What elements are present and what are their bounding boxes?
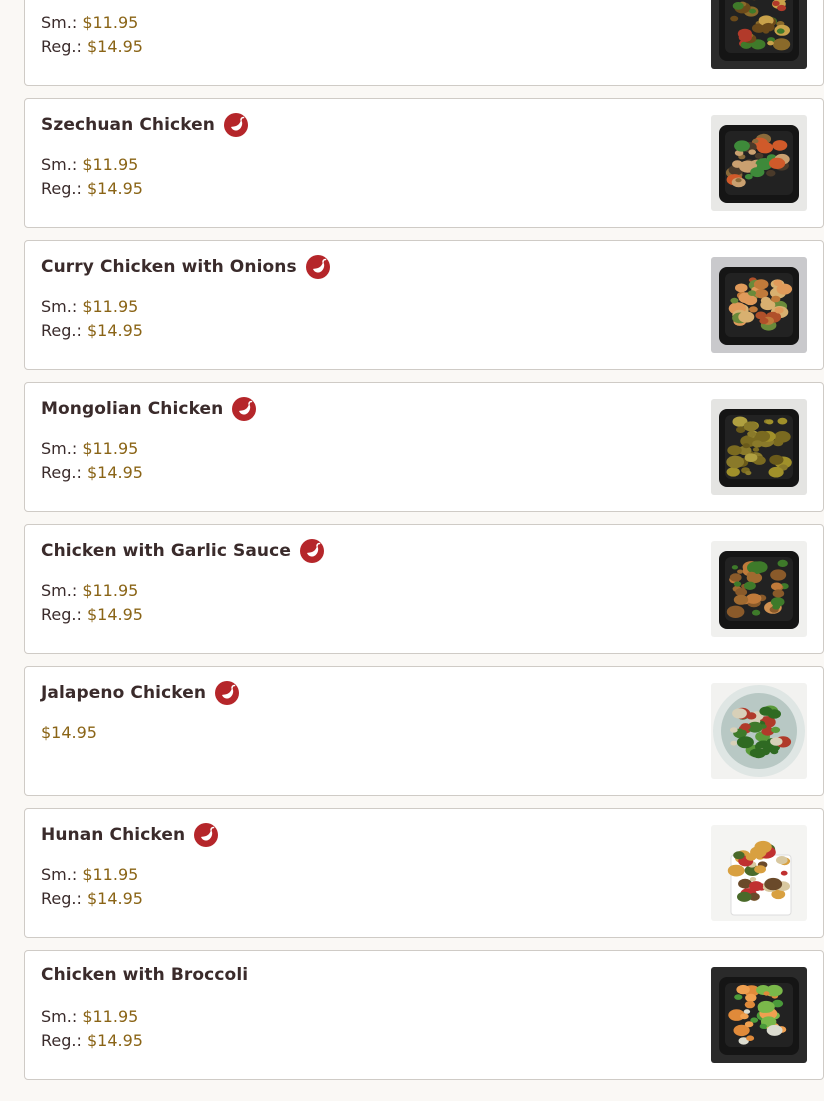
price-row: Reg.: $14.95 [41,1029,143,1053]
price-size-label: Sm.: [41,297,78,316]
price-size-label: Sm.: [41,13,78,32]
menu-item-header: Mongolian Chicken [41,397,257,421]
menu-item-card[interactable]: Kung Pao ChickenSm.: $11.95Reg.: $14.95 [24,0,824,86]
spicy-pepper-icon [305,255,330,279]
price-size-label: Reg.: [41,37,82,56]
price-value: $14.95 [86,179,143,198]
menu-item-header: Hunan Chicken [41,823,219,847]
price-size-label: Sm.: [41,581,78,600]
price-row: Sm.: $11.95 [41,153,143,177]
price-size-label: Reg.: [41,889,82,908]
price-size-label: Sm.: [41,439,78,458]
menu-item-name: Szechuan Chicken [41,115,216,135]
menu-item-name: Chicken with Broccoli [41,965,249,985]
spicy-pepper-icon [194,823,219,847]
price-row: Sm.: $11.95 [41,579,143,603]
price-value: $11.95 [82,297,139,316]
price-list: $14.95 [41,721,97,745]
menu-item-card[interactable]: Curry Chicken with Onions Sm.: $11.95 Reg.… [24,240,824,370]
hunan-chicken-photo[interactable] [711,825,807,921]
price-value: $11.95 [82,439,139,458]
price-row: Sm.: $11.95 [41,437,143,461]
price-row: Reg.: $14.95 [41,319,143,343]
price-list: Sm.: $11.95 Reg.: $14.95 [41,295,143,343]
spicy-pepper-icon [215,681,240,705]
spicy-pepper-icon [224,113,249,137]
price-row: Reg.: $14.95 [41,887,143,911]
price-list: Sm.: $11.95 Reg.: $14.95 [41,1005,143,1053]
menu-item-card[interactable]: Szechuan Chicken Sm.: $11.95 Reg.: $14.95 [24,98,824,228]
menu-item-card[interactable]: Jalapeno Chicken $14.95 [24,666,824,796]
price-size-label: Reg.: [41,463,82,482]
price-value: $11.95 [82,13,139,32]
menu-item-card[interactable]: Chicken with Garlic Sauce Sm.: $11.95 Reg.… [24,524,824,654]
kung-pao-chicken-photo[interactable] [711,0,807,69]
menu-item-name: Jalapeno Chicken [41,683,207,703]
price-value: $11.95 [82,865,139,884]
price-value: $14.95 [41,723,97,742]
menu-item-header: Chicken with Broccoli [41,965,248,985]
price-value: $14.95 [86,463,143,482]
price-value: $14.95 [86,1031,143,1050]
jalapeno-chicken-photo[interactable] [711,683,807,779]
menu-item-header: Curry Chicken with Onions [41,255,330,279]
price-row: Reg.: $14.95 [41,603,143,627]
price-row: Sm.: $11.95 [41,11,143,35]
price-size-label: Sm.: [41,1007,78,1026]
spicy-pepper-icon [299,539,324,563]
menu-item-card[interactable]: Hunan Chicken Sm.: $11.95 Reg.: $14.95 [24,808,824,938]
garlic-chicken-photo[interactable] [711,541,807,637]
spicy-pepper-icon [232,397,257,421]
price-value: $11.95 [82,155,139,174]
broccoli-chicken-photo[interactable] [711,967,807,1063]
menu-item-card[interactable]: Chicken with Broccoli Sm.: $11.95 Reg.: $1… [24,950,824,1080]
price-row: Sm.: $11.95 [41,1005,143,1029]
price-row: Reg.: $14.95 [41,35,143,59]
price-list: Sm.: $11.95 Reg.: $14.95 [41,11,143,59]
price-value: $14.95 [86,889,143,908]
price-row: $14.95 [41,721,97,745]
price-value: $14.95 [86,37,143,56]
menu-item-card[interactable]: Mongolian Chicken Sm.: $11.95 Reg.: $14.95 [24,382,824,512]
price-size-label: Sm.: [41,155,78,174]
price-row: Reg.: $14.95 [41,461,143,485]
curry-chicken-photo[interactable] [711,257,807,353]
price-list: Sm.: $11.95 Reg.: $14.95 [41,153,143,201]
menu-item-name: Curry Chicken with Onions [41,257,297,277]
menu-item-name: Hunan Chicken [41,825,186,845]
price-list: Sm.: $11.95 Reg.: $14.95 [41,437,143,485]
price-row: Sm.: $11.95 [41,295,143,319]
price-size-label: Reg.: [41,321,82,340]
price-size-label: Reg.: [41,179,82,198]
szechuan-chicken-photo[interactable] [711,115,807,211]
mongolian-chicken-photo[interactable] [711,399,807,495]
menu-item-name: Mongolian Chicken [41,399,224,419]
menu-item-name: Chicken with Garlic Sauce [41,541,291,561]
price-row: Reg.: $14.95 [41,177,143,201]
price-list: Sm.: $11.95 Reg.: $14.95 [41,579,143,627]
price-row: Sm.: $11.95 [41,863,143,887]
menu-item-header: Szechuan Chicken [41,113,249,137]
price-list: Sm.: $11.95 Reg.: $14.95 [41,863,143,911]
price-value: $14.95 [86,605,143,624]
price-value: $14.95 [86,321,143,340]
price-value: $11.95 [82,1007,139,1026]
price-size-label: Reg.: [41,605,82,624]
menu-item-list: Kung Pao ChickenSm.: $11.95Reg.: $14.95S… [24,0,824,1092]
menu-item-header: Chicken with Garlic Sauce [41,539,324,563]
price-size-label: Reg.: [41,1031,82,1050]
price-value: $11.95 [82,581,139,600]
menu-item-header: Jalapeno Chicken [41,681,240,705]
price-size-label: Sm.: [41,865,78,884]
